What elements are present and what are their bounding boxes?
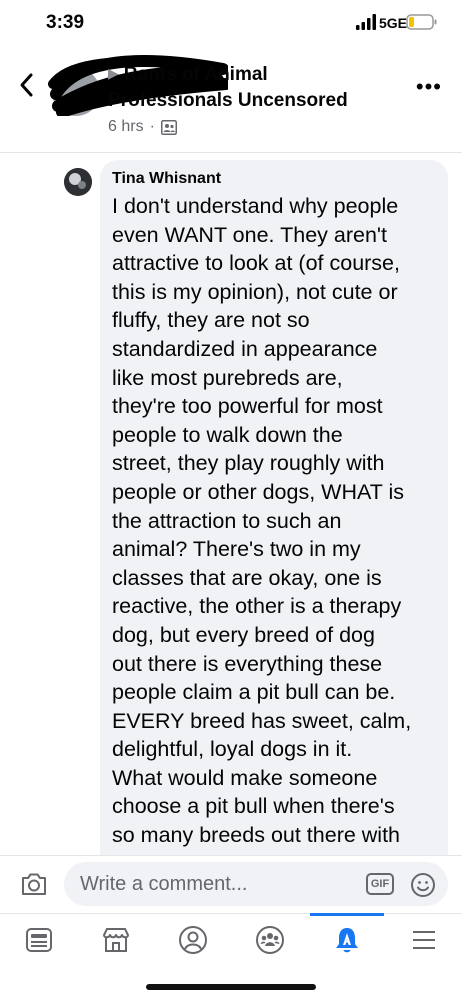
group-name-part2[interactable]: Professionals Uncensored: [108, 90, 348, 112]
more-options-icon[interactable]: •••: [416, 74, 442, 100]
comment-author[interactable]: Tina Whisnant: [112, 170, 436, 188]
post-header: ▶ Rants of Animal Professionals Uncensore…: [0, 52, 462, 152]
signal-bars-icon: [356, 14, 376, 30]
nav-groups[interactable]: [231, 914, 308, 966]
status-bar: 3:39 5GE: [0, 0, 462, 50]
emoji-icon[interactable]: [410, 872, 436, 898]
meta-separator: ·: [149, 118, 155, 135]
post-meta: 6 hrs ·: [108, 118, 177, 136]
profile-icon: [178, 926, 207, 954]
marketplace-icon: [102, 928, 129, 952]
share-arrow-icon: ▶: [108, 65, 119, 81]
nav-menu[interactable]: [385, 914, 462, 966]
nav-notifications[interactable]: [308, 914, 385, 966]
commenter-avatar[interactable]: [64, 168, 92, 196]
notifications-icon: [335, 928, 358, 953]
status-time: 3:39: [46, 12, 85, 33]
header-divider: [0, 152, 462, 153]
gif-button[interactable]: GIF: [366, 873, 394, 895]
home-indicator[interactable]: [146, 984, 316, 990]
bottom-navigation: [0, 913, 462, 965]
comment-bubble: Tina Whisnant I don't understand why peo…: [100, 160, 448, 880]
group-name-part1[interactable]: Rants of Animal: [124, 64, 268, 85]
comment-composer: GIF: [0, 855, 462, 913]
camera-icon[interactable]: [20, 871, 48, 897]
nav-marketplace[interactable]: [77, 914, 154, 966]
network-label: 5GE: [379, 15, 408, 31]
news-feed-icon: [25, 928, 52, 952]
back-chevron-icon[interactable]: [16, 70, 38, 100]
battery-low-icon: [406, 14, 437, 30]
nav-profile[interactable]: [154, 914, 231, 966]
comment-text: I don't understand why people even WANT …: [112, 194, 412, 848]
groups-icon: [255, 926, 284, 954]
post-timestamp[interactable]: 6 hrs: [108, 118, 144, 136]
group-members-icon: [160, 119, 177, 135]
nav-news-feed[interactable]: [0, 914, 77, 966]
menu-icon: [412, 931, 435, 949]
post-target-line1[interactable]: ▶ Rants of Animal: [108, 64, 268, 86]
